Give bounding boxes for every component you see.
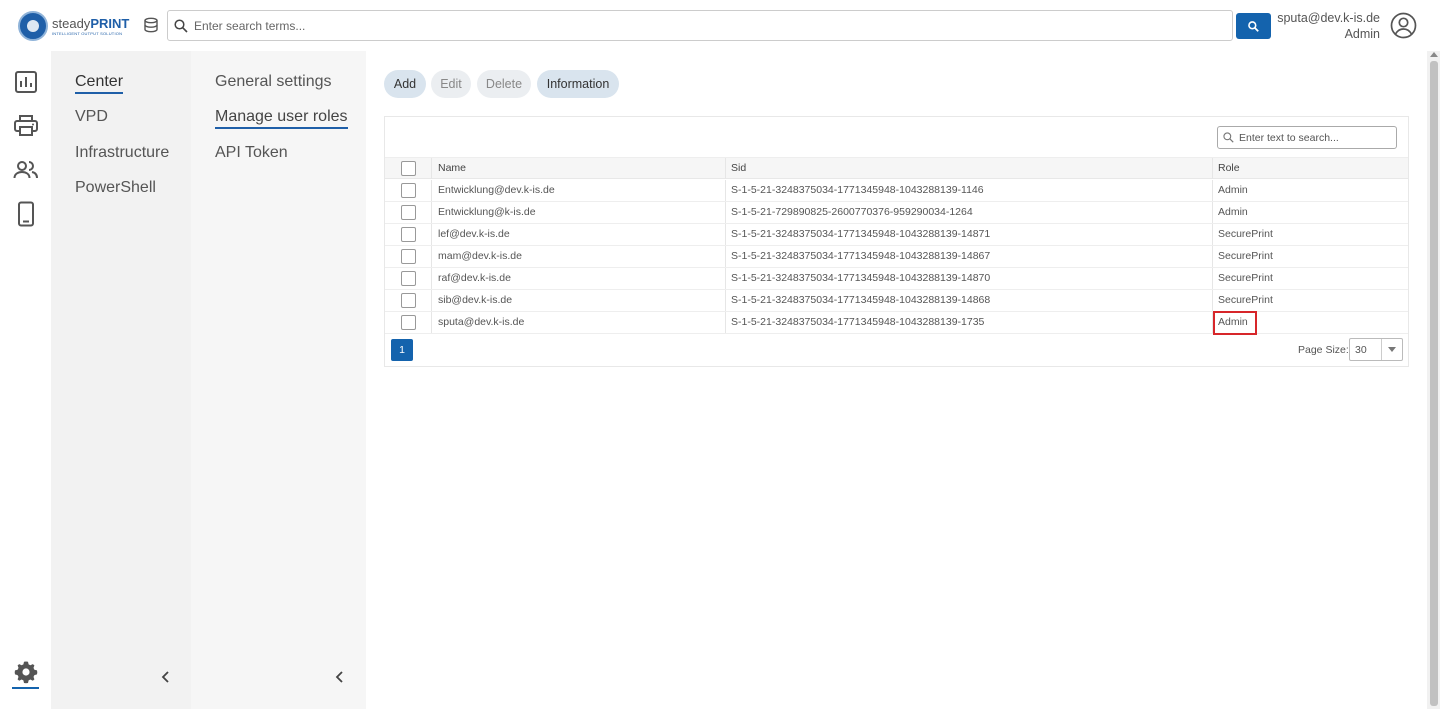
edit-button[interactable]: Edit (431, 70, 471, 98)
table-row[interactable]: raf@dev.k-is.de S-1-5-21-3248375034-1771… (385, 268, 1408, 290)
cell-name: sib@dev.k-is.de (438, 294, 513, 306)
cell-role: SecurePrint (1218, 250, 1273, 262)
grid-search-input[interactable] (1239, 131, 1389, 144)
settings-active-indicator (12, 687, 39, 689)
information-button[interactable]: Information (537, 70, 619, 98)
grid-header: Name Sid Role (385, 157, 1408, 179)
row-checkbox[interactable] (401, 205, 416, 220)
table-row[interactable]: Entwicklung@dev.k-is.de S-1-5-21-3248375… (385, 180, 1408, 202)
cell-role: SecurePrint (1218, 294, 1273, 306)
app-header: steadyPRINT INTELLIGENT OUTPUT SOLUTION … (0, 0, 1440, 51)
add-button[interactable]: Add (384, 70, 426, 98)
scroll-up-icon[interactable] (1430, 52, 1438, 57)
search-button[interactable] (1236, 13, 1271, 39)
user-role: Admin (1344, 27, 1380, 41)
row-checkbox[interactable] (401, 293, 416, 308)
module-iconbar (0, 51, 51, 709)
printer-icon[interactable] (13, 113, 39, 139)
cell-name: sputa@dev.k-is.de (438, 316, 525, 328)
page-scrollbar[interactable] (1427, 51, 1440, 709)
gear-icon[interactable] (13, 659, 39, 685)
cell-sid: S-1-5-21-3248375034-1771345948-104328813… (731, 294, 991, 306)
nav-item-infrastructure[interactable]: Infrastructure (75, 144, 169, 162)
global-search (167, 10, 1233, 41)
cell-name: Entwicklung@dev.k-is.de (438, 184, 555, 196)
cell-name: Entwicklung@k-is.de (438, 206, 536, 218)
logo-subtitle: INTELLIGENT OUTPUT SOLUTION (52, 30, 123, 36)
user-avatar-icon[interactable] (1390, 12, 1417, 39)
row-checkbox[interactable] (401, 271, 416, 286)
highlight-box (1213, 311, 1257, 335)
cell-name: lef@dev.k-is.de (438, 228, 510, 240)
delete-button[interactable]: Delete (477, 70, 531, 98)
nav-item-general-settings[interactable]: General settings (215, 73, 332, 91)
user-email: sputa@dev.k-is.de (1277, 11, 1380, 25)
logo-mark-icon (18, 11, 48, 41)
cell-sid: S-1-5-21-3248375034-1771345948-104328813… (731, 250, 991, 262)
nav-item-center[interactable]: Center (75, 73, 124, 94)
table-row[interactable]: sputa@dev.k-is.de S-1-5-21-3248375034-17… (385, 311, 1408, 335)
table-row[interactable]: sib@dev.k-is.de S-1-5-21-3248375034-1771… (385, 290, 1408, 312)
row-checkbox[interactable] (401, 315, 416, 330)
page-size-value: 30 (1355, 343, 1367, 356)
page-size-label: Page Size: (1298, 344, 1349, 356)
user-roles-grid: Name Sid Role Entwicklung@dev.k-is.de S-… (384, 116, 1409, 367)
column-header-role[interactable]: Role (1218, 158, 1240, 179)
cell-name: mam@dev.k-is.de (438, 250, 522, 262)
search-icon (1223, 132, 1234, 143)
select-all-checkbox[interactable] (401, 161, 416, 176)
cell-role: SecurePrint (1218, 272, 1273, 284)
secondary-nav: General settings Manage user roles API T… (191, 51, 366, 709)
user-info: sputa@dev.k-is.de Admin (1277, 10, 1380, 42)
nav-item-api-token[interactable]: API Token (215, 144, 288, 162)
chevron-left-icon[interactable] (159, 670, 173, 684)
cell-role: Admin (1218, 206, 1248, 218)
cell-sid: S-1-5-21-3248375034-1771345948-104328813… (731, 316, 985, 328)
row-checkbox[interactable] (401, 183, 416, 198)
database-icon[interactable] (143, 17, 159, 33)
search-icon (174, 18, 188, 33)
cell-name: raf@dev.k-is.de (438, 272, 511, 284)
cell-role: Admin (1218, 184, 1248, 196)
cell-role: SecurePrint (1218, 228, 1273, 240)
row-checkbox[interactable] (401, 227, 416, 242)
cell-sid: S-1-5-21-3248375034-1771345948-104328813… (731, 272, 991, 284)
main-content: Add Edit Delete Information Name Sid Rol… (366, 51, 1426, 709)
row-checkbox[interactable] (401, 249, 416, 264)
grid-search (1217, 126, 1397, 149)
cell-sid: S-1-5-21-3248375034-1771345948-104328813… (731, 228, 991, 240)
table-row[interactable]: Entwicklung@k-is.de S-1-5-21-729890825-2… (385, 202, 1408, 224)
column-header-name[interactable]: Name (438, 158, 466, 179)
cell-sid: S-1-5-21-3248375034-1771345948-104328813… (731, 184, 984, 196)
logo-text: steadyPRINT (52, 15, 130, 31)
cell-sid: S-1-5-21-729890825-2600770376-959290034-… (731, 206, 973, 218)
primary-nav: Center VPD Infrastructure PowerShell (51, 51, 191, 709)
nav-item-powershell[interactable]: PowerShell (75, 179, 156, 197)
mobile-icon[interactable] (13, 201, 39, 227)
column-header-sid[interactable]: Sid (731, 158, 746, 179)
table-row[interactable]: mam@dev.k-is.de S-1-5-21-3248375034-1771… (385, 246, 1408, 268)
page-button-current[interactable]: 1 (391, 339, 413, 361)
global-search-input[interactable] (194, 18, 1194, 33)
page-size-select[interactable]: 30 (1349, 338, 1403, 361)
table-row[interactable]: lef@dev.k-is.de S-1-5-21-3248375034-1771… (385, 224, 1408, 246)
chart-icon[interactable] (13, 69, 39, 95)
scroll-thumb[interactable] (1430, 61, 1438, 706)
search-icon (1248, 20, 1259, 32)
nav-item-manage-user-roles[interactable]: Manage user roles (215, 108, 348, 129)
chevron-down-icon[interactable] (1381, 339, 1402, 360)
nav-item-vpd[interactable]: VPD (75, 108, 108, 126)
chevron-left-icon[interactable] (333, 670, 347, 684)
users-icon[interactable] (13, 157, 39, 183)
steadyprint-logo[interactable]: steadyPRINT INTELLIGENT OUTPUT SOLUTION (18, 10, 134, 42)
